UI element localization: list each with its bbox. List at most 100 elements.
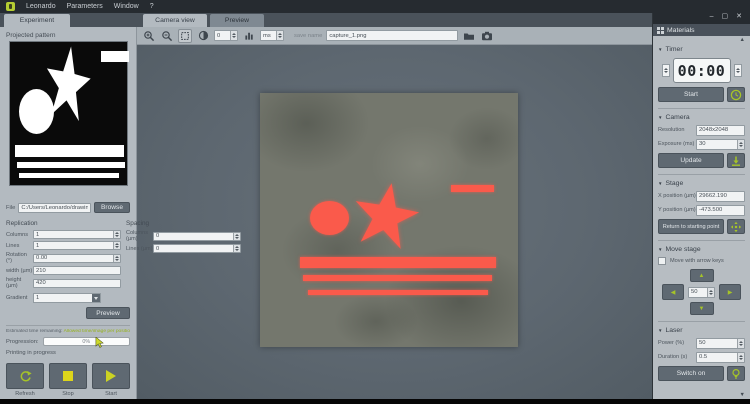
exposure-ms-field[interactable] [696, 139, 745, 150]
capture-button[interactable] [480, 29, 494, 43]
duration-label: Duration (s) [658, 354, 696, 360]
lines-field[interactable] [33, 241, 121, 250]
arrow-keys-checkbox[interactable] [658, 257, 666, 265]
chevron-down-icon [92, 294, 100, 302]
minimize-button[interactable]: – [710, 13, 714, 20]
menu-item-parameters[interactable]: Parameters [67, 0, 103, 13]
zoom-out-button[interactable] [160, 29, 174, 43]
resolution-input[interactable] [697, 127, 744, 133]
move-left-button[interactable]: ◀ [662, 284, 684, 300]
duration-input[interactable] [697, 354, 737, 360]
scroll-down-button[interactable]: ▼ [658, 392, 745, 399]
spinner-control[interactable] [233, 233, 240, 240]
timer-section-header[interactable]: ▼ Timer [658, 46, 745, 53]
rotation-input[interactable] [34, 255, 113, 261]
timer-seconds-spinner[interactable] [734, 64, 742, 77]
camera-section-header[interactable]: ▼ Camera [658, 114, 745, 121]
spacing-lines-field[interactable] [153, 244, 241, 253]
exposure-ms-input[interactable] [697, 141, 737, 147]
camera-rect-shape [451, 185, 494, 192]
spinner-control[interactable] [233, 245, 240, 252]
width-input[interactable] [34, 268, 120, 274]
spinner-control[interactable] [113, 231, 120, 238]
brightness-field[interactable] [214, 30, 238, 41]
tab-experiment[interactable]: Experiment [4, 14, 70, 27]
spacing-columns-field[interactable] [153, 232, 241, 241]
exposure-field[interactable] [260, 30, 284, 41]
preview-button[interactable]: Preview [86, 307, 130, 319]
start-print-button[interactable] [92, 363, 130, 389]
timer-minutes-spinner[interactable] [662, 64, 670, 77]
columns-field[interactable] [33, 230, 121, 239]
step-size-input[interactable] [689, 289, 707, 295]
timer-clock-button[interactable] [727, 87, 745, 102]
y-position-input[interactable] [697, 207, 744, 213]
maximize-button[interactable]: ▢ [722, 13, 729, 20]
rotation-field[interactable] [33, 254, 121, 263]
file-path-input[interactable] [19, 205, 90, 211]
filename-field[interactable] [326, 30, 458, 41]
open-folder-button[interactable] [462, 29, 476, 43]
spinner-control[interactable] [113, 255, 120, 262]
materials-panel-header[interactable]: Materials [653, 24, 750, 36]
menu-item-leonardo[interactable]: Leonardo [26, 0, 56, 13]
refresh-button[interactable] [6, 363, 44, 389]
exposure-input[interactable] [261, 33, 276, 39]
resolution-field[interactable] [696, 125, 745, 136]
laser-switch-button[interactable]: Switch on [658, 366, 724, 381]
spacing-lines-input[interactable] [154, 246, 233, 252]
timer-start-button[interactable]: Start [658, 87, 724, 102]
stage-section-header[interactable]: ▼ Stage [658, 180, 745, 187]
close-button[interactable]: ✕ [736, 13, 742, 20]
move-stage-section-header[interactable]: ▼ Move stage [658, 246, 745, 253]
columns-input[interactable] [34, 232, 113, 238]
spinner-control[interactable] [737, 339, 744, 348]
brightness-input[interactable] [215, 33, 230, 39]
spinner-control[interactable] [707, 288, 714, 297]
menu-item-help[interactable]: ? [150, 0, 154, 13]
spinner-control[interactable] [113, 242, 120, 249]
duration-field[interactable] [696, 352, 745, 363]
zoom-out-icon [161, 30, 173, 42]
height-input[interactable] [34, 280, 120, 286]
tab-preview[interactable]: Preview [210, 14, 264, 27]
laser-section-header[interactable]: ▼ Laser [658, 327, 745, 334]
file-label: File [6, 205, 15, 211]
browse-button[interactable]: Browse [94, 202, 130, 213]
zoom-in-button[interactable] [142, 29, 156, 43]
move-down-button[interactable]: ▼ [690, 302, 714, 315]
tab-camera-view[interactable]: Camera view [143, 14, 207, 27]
spinner-control[interactable] [276, 31, 283, 40]
width-field[interactable] [33, 266, 121, 275]
lines-input[interactable] [34, 243, 113, 249]
spinner-control[interactable] [230, 31, 237, 40]
contrast-button[interactable] [196, 29, 210, 43]
move-up-button[interactable]: ▲ [690, 269, 714, 282]
height-field[interactable] [33, 279, 121, 288]
move-home-button[interactable] [727, 219, 745, 234]
x-position-field[interactable] [696, 191, 745, 202]
camera-update-icon-button[interactable] [727, 153, 745, 168]
update-button[interactable]: Update [658, 153, 724, 168]
app-icon[interactable] [6, 2, 15, 11]
gradient-select[interactable]: 1 [33, 293, 101, 303]
power-input[interactable] [697, 340, 737, 346]
return-start-button[interactable]: Return to starting point [658, 219, 724, 234]
tab-strip: Experiment Camera view Preview [0, 13, 652, 27]
scroll-up-button[interactable]: ▲ [658, 37, 745, 44]
spinner-control[interactable] [737, 140, 744, 149]
histogram-button[interactable] [242, 29, 256, 43]
power-field[interactable] [696, 338, 745, 349]
roi-selection-button[interactable] [178, 29, 192, 43]
step-size-field[interactable] [688, 287, 715, 298]
x-position-input[interactable] [697, 193, 744, 199]
spacing-columns-input[interactable] [154, 233, 233, 239]
y-position-field[interactable] [696, 205, 745, 216]
move-right-button[interactable]: ▶ [719, 284, 741, 300]
menu-item-window[interactable]: Window [114, 0, 139, 13]
spinner-control[interactable] [737, 353, 744, 362]
filename-input[interactable] [327, 33, 457, 39]
laser-bulb-button[interactable] [727, 366, 745, 381]
stop-button[interactable] [49, 363, 87, 389]
file-path-field[interactable] [18, 203, 91, 213]
